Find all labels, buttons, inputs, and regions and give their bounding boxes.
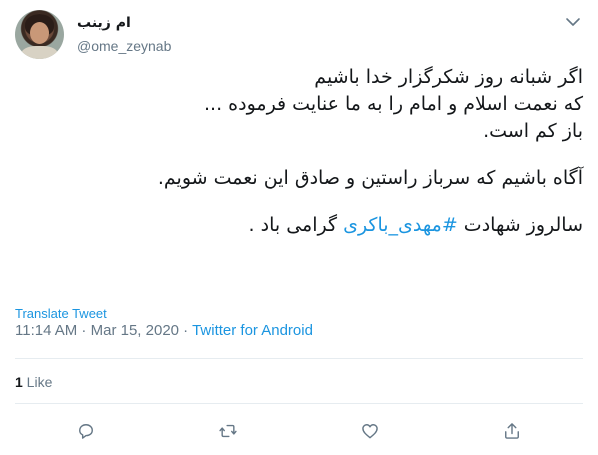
- meta-separator: ·: [77, 322, 91, 339]
- tweet-line-last: سالروز شهادت #مهدی_باکری گرامی باد .: [15, 212, 583, 239]
- tweet-date[interactable]: Mar 15, 2020: [91, 322, 179, 339]
- likes-count: 1: [15, 374, 23, 390]
- tweet-line: آگاه باشیم که سرباز راستین و صادق این نع…: [157, 167, 583, 189]
- likes-label: Like: [22, 374, 53, 390]
- heart-icon[interactable]: [357, 418, 383, 444]
- reply-icon[interactable]: [73, 418, 99, 444]
- tweet-time[interactable]: 11:14 AM: [15, 322, 77, 339]
- tweet-line: اگر شبانه روز شکرگزار خدا باشیم: [314, 66, 583, 88]
- author-display-name[interactable]: ام زینب: [77, 14, 171, 32]
- tweet-text-fragment: گرامی باد .: [248, 214, 344, 236]
- translate-tweet-link[interactable]: Translate Tweet: [15, 306, 107, 321]
- tweet-line: که نعمت اسلام و امام را به ما عنایت فرمو…: [204, 93, 583, 115]
- tweet-actions: [15, 418, 583, 444]
- tweet-source-link[interactable]: Twitter for Android: [192, 322, 313, 339]
- tweet-text: اگر شبانه روز شکرگزار خدا باشیم که نعمت …: [15, 64, 583, 239]
- retweet-icon[interactable]: [215, 418, 241, 444]
- avatar-face: [30, 22, 49, 44]
- author-block[interactable]: ام زینب @ome_zeynab: [77, 14, 171, 55]
- author-handle[interactable]: @ome_zeynab: [77, 37, 171, 55]
- avatar[interactable]: [15, 10, 64, 59]
- likes-stat[interactable]: 1 Like: [15, 374, 52, 390]
- tweet-line: باز کم است.: [483, 120, 583, 142]
- avatar-shirt: [21, 46, 58, 59]
- meta-separator: ·: [179, 322, 193, 339]
- hashtag-link[interactable]: #مهدی_باکری: [343, 214, 458, 236]
- share-icon[interactable]: [499, 418, 525, 444]
- tweet-header: ام زینب @ome_zeynab: [15, 10, 583, 60]
- divider: [15, 403, 583, 404]
- tweet-text-fragment: سالروز شهادت: [457, 214, 583, 236]
- chevron-down-icon[interactable]: [563, 12, 583, 32]
- divider: [15, 358, 583, 359]
- tweet-meta: 11:14 AM · Mar 15, 2020 · Twitter for An…: [15, 322, 313, 339]
